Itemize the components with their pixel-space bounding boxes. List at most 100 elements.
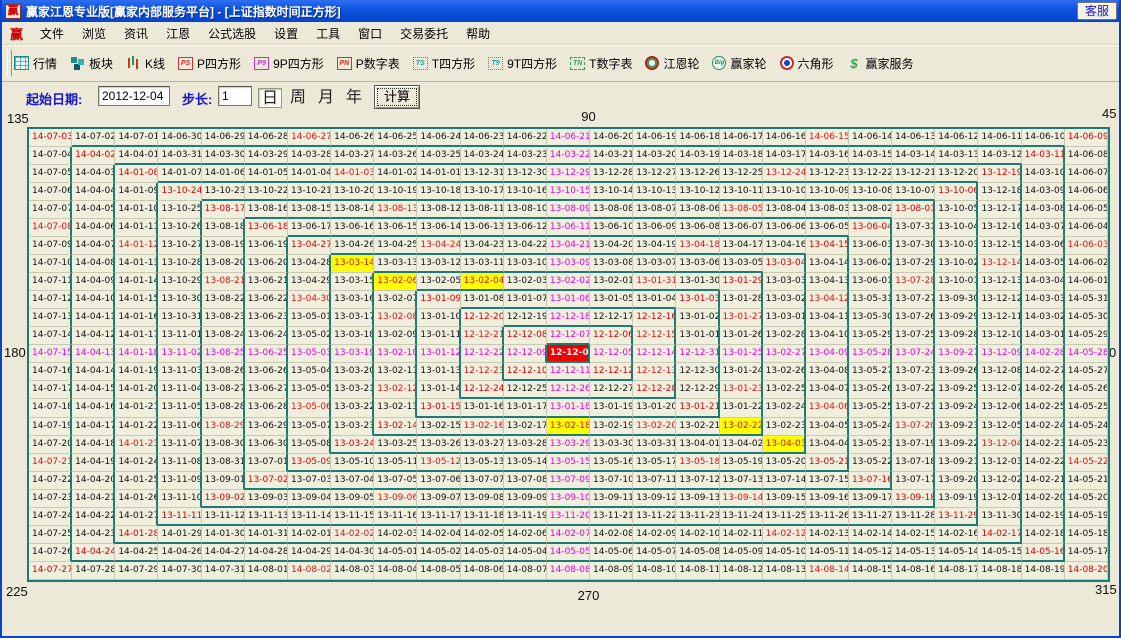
date-cell[interactable]: 13-05-25 (849, 399, 892, 417)
date-cell[interactable]: 14-05-16 (1022, 544, 1065, 562)
menu-item-help[interactable]: 帮助 (457, 23, 499, 44)
date-cell[interactable]: 14-02-28 (1022, 345, 1065, 363)
date-cell[interactable]: 13-07-21 (892, 399, 935, 417)
date-cell[interactable]: 14-05-18 (1065, 526, 1108, 544)
date-cell[interactable]: 14-07-28 (72, 562, 115, 580)
date-cell[interactable]: 14-07-06 (29, 183, 72, 201)
date-cell[interactable]: 13-10-05 (935, 201, 978, 219)
date-cell[interactable]: 13-02-07 (374, 291, 417, 309)
date-cell[interactable]: 14-01-09 (115, 183, 158, 201)
date-cell[interactable]: 14-02-11 (720, 526, 763, 544)
menu-item-gann[interactable]: 江恩 (157, 23, 199, 44)
date-cell[interactable]: 13-11-21 (590, 508, 633, 526)
date-cell[interactable]: 13-02-28 (763, 327, 806, 345)
date-cell[interactable]: 13-11-12 (202, 508, 245, 526)
date-cell[interactable]: 14-05-04 (504, 544, 547, 562)
date-cell[interactable]: 13-11-18 (461, 508, 504, 526)
date-cell[interactable]: 14-02-16 (935, 526, 978, 544)
date-cell[interactable]: 14-05-14 (935, 544, 978, 562)
date-cell[interactable]: 13-11-06 (158, 418, 201, 436)
date-cell[interactable]: 14-08-04 (374, 562, 417, 580)
date-cell[interactable]: 12-12-26 (547, 381, 590, 399)
date-cell[interactable]: 14-05-08 (676, 544, 719, 562)
date-cell[interactable]: 14-03-14 (892, 147, 935, 165)
date-cell[interactable]: 13-06-24 (245, 327, 288, 345)
date-cell[interactable]: 14-01-20 (115, 381, 158, 399)
date-cell[interactable]: 14-02-21 (1022, 472, 1065, 490)
date-cell[interactable]: 13-03-19 (331, 345, 374, 363)
date-cell[interactable]: 13-12-28 (590, 165, 633, 183)
date-cell[interactable]: 13-05-08 (288, 436, 331, 454)
date-cell[interactable]: 14-08-05 (417, 562, 460, 580)
date-cell[interactable]: 14-01-23 (115, 436, 158, 454)
date-cell[interactable]: 13-08-03 (806, 201, 849, 219)
toolbar-p-number-table-button[interactable]: PN P数字表 (337, 55, 400, 72)
date-cell[interactable]: 13-10-22 (245, 183, 288, 201)
date-cell[interactable]: 14-01-07 (158, 165, 201, 183)
date-cell[interactable]: 13-11-24 (720, 508, 763, 526)
date-cell[interactable]: 14-04-06 (72, 219, 115, 237)
date-cell[interactable]: 13-10-17 (461, 183, 504, 201)
date-cell[interactable]: 13-06-03 (849, 237, 892, 255)
date-cell[interactable]: 14-01-05 (245, 165, 288, 183)
date-cell[interactable]: 14-07-04 (29, 147, 72, 165)
date-cell[interactable]: 12-12-17 (590, 309, 633, 327)
date-cell[interactable]: 13-10-23 (202, 183, 245, 201)
date-cell[interactable]: 13-03-27 (461, 436, 504, 454)
date-cell[interactable]: 13-01-26 (720, 327, 763, 345)
date-cell[interactable]: 14-03-17 (763, 147, 806, 165)
date-cell[interactable]: 13-11-07 (158, 436, 201, 454)
date-cell[interactable]: 13-06-13 (461, 219, 504, 237)
date-cell[interactable]: 14-02-04 (417, 526, 460, 544)
period-option-year[interactable]: 年 (342, 88, 366, 108)
date-cell[interactable]: 13-05-19 (720, 454, 763, 472)
date-cell[interactable]: 13-12-22 (849, 165, 892, 183)
date-cell[interactable]: 13-09-14 (720, 490, 763, 508)
date-cell[interactable]: 14-04-07 (72, 237, 115, 255)
date-cell[interactable]: 14-05-13 (892, 544, 935, 562)
date-cell[interactable]: 13-09-03 (245, 490, 288, 508)
date-cell[interactable]: 14-02-18 (1022, 526, 1065, 544)
date-cell[interactable]: 13-06-25 (245, 345, 288, 363)
date-cell[interactable]: 14-01-29 (158, 526, 201, 544)
date-cell[interactable]: 14-08-11 (676, 562, 719, 580)
date-cell[interactable]: 14-03-09 (1022, 183, 1065, 201)
date-cell[interactable]: 13-11-08 (158, 454, 201, 472)
date-cell[interactable]: 14-05-03 (461, 544, 504, 562)
date-cell[interactable]: 14-01-13 (115, 255, 158, 273)
toolbar-hexagon-button[interactable]: 六角形 (780, 55, 834, 72)
date-cell[interactable]: 13-06-29 (245, 418, 288, 436)
date-cell[interactable]: 14-02-03 (374, 526, 417, 544)
date-cell[interactable]: 14-06-01 (1065, 273, 1108, 291)
date-cell[interactable]: 12-12-09 (504, 345, 547, 363)
date-cell[interactable]: 13-05-06 (288, 399, 331, 417)
date-cell[interactable]: 12-12-23 (461, 363, 504, 381)
date-cell[interactable]: 13-03-31 (633, 436, 676, 454)
date-cell[interactable]: 13-11-22 (633, 508, 676, 526)
date-cell[interactable]: 12-12-18 (547, 309, 590, 327)
date-cell[interactable]: 13-10-24 (158, 183, 201, 201)
date-cell[interactable]: 14-06-30 (158, 129, 201, 147)
date-cell[interactable]: 14-03-26 (374, 147, 417, 165)
date-cell[interactable]: 14-08-06 (461, 562, 504, 580)
date-cell[interactable]: 13-12-19 (978, 165, 1021, 183)
date-cell[interactable]: 13-04-24 (417, 237, 460, 255)
date-cell[interactable]: 13-12-07 (978, 381, 1021, 399)
menu-item-trade-order[interactable]: 交易委托 (391, 23, 457, 44)
date-cell[interactable]: 14-06-27 (288, 129, 331, 147)
date-cell[interactable]: 14-06-24 (417, 129, 460, 147)
date-cell[interactable]: 14-03-22 (547, 147, 590, 165)
date-cell[interactable]: 13-12-05 (978, 418, 1021, 436)
date-cell[interactable]: 14-07-31 (202, 562, 245, 580)
date-cell[interactable]: 12-12-29 (676, 381, 719, 399)
date-cell[interactable]: 14-06-20 (590, 129, 633, 147)
date-cell[interactable]: 13-03-16 (331, 291, 374, 309)
date-cell[interactable]: 14-07-19 (29, 418, 72, 436)
date-cell[interactable]: 13-08-08 (590, 201, 633, 219)
date-cell[interactable]: 13-04-12 (806, 291, 849, 309)
date-cell[interactable]: 13-11-15 (331, 508, 374, 526)
date-cell[interactable]: 13-02-26 (763, 363, 806, 381)
date-cell[interactable]: 13-06-30 (245, 436, 288, 454)
date-cell[interactable]: 14-01-11 (115, 219, 158, 237)
date-cell[interactable]: 13-07-14 (763, 472, 806, 490)
